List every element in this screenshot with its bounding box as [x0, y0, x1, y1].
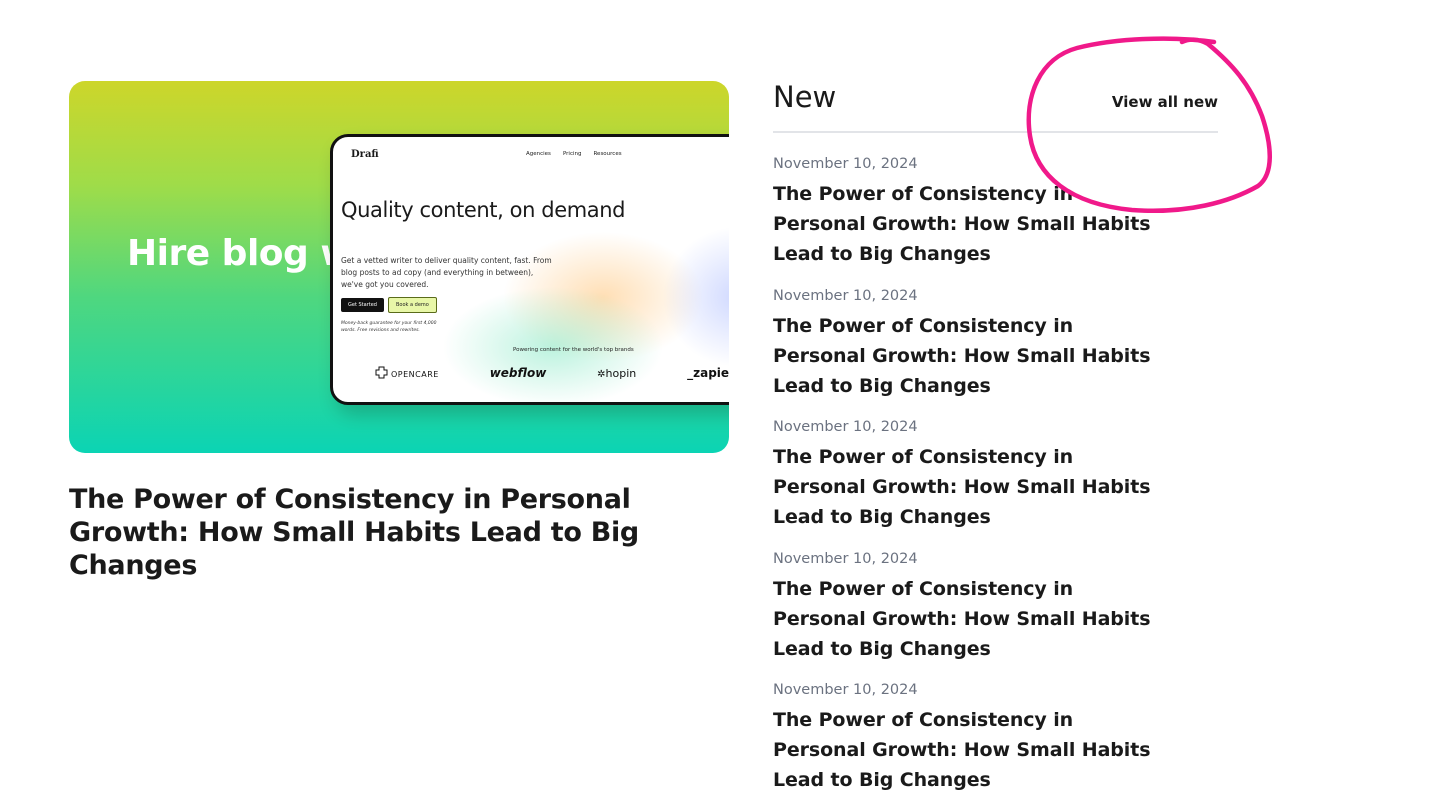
- view-all-new-link[interactable]: View all new: [1112, 93, 1218, 111]
- device-nav-item: Resources: [593, 151, 622, 157]
- list-item: November 10, 2024 The Power of Consisten…: [773, 528, 1218, 660]
- sidebar-header: New View all new: [773, 76, 1218, 133]
- device-mockup: Drafi Agencies Pricing Resources Lo Qual…: [330, 134, 729, 405]
- webflow-logo: webflow: [489, 366, 547, 380]
- gradient-blob: [443, 287, 663, 402]
- opencare-logo: OPENCARE: [375, 366, 439, 380]
- opencare-text: OPENCARE: [391, 370, 439, 379]
- device-note: Money-back guarantee for your first 4,00…: [341, 321, 437, 333]
- device-subtitle: Get a vetted writer to deliver quality c…: [341, 256, 552, 289]
- device-powering-text: Powering content for the world's top bra…: [513, 347, 634, 353]
- gradient-blob: [663, 227, 729, 367]
- sidebar-heading: New: [773, 80, 837, 114]
- device-logo: Drafi: [351, 149, 379, 160]
- post-date: November 10, 2024: [773, 156, 918, 172]
- brand-logos: OPENCARE webflow ✲hopin _zapier: [375, 366, 729, 380]
- post-list: November 10, 2024 The Power of Consisten…: [773, 133, 1218, 791]
- device-nav: Agencies Pricing Resources Lo: [526, 151, 729, 157]
- post-date: November 10, 2024: [773, 287, 918, 304]
- device-title: Quality content, on demand: [341, 198, 626, 222]
- post-title-link[interactable]: The Power of Consistency in Personal Gro…: [773, 442, 1168, 532]
- device-get-started-button: Get Started: [341, 298, 384, 312]
- featured-image[interactable]: Hire blog writers Drafi Agencies Pricing…: [69, 81, 729, 453]
- list-item: November 10, 2024 The Power of Consisten…: [773, 133, 1218, 265]
- new-posts-sidebar: New View all new November 10, 2024 The P…: [773, 76, 1218, 791]
- hopin-text: hopin: [605, 366, 637, 380]
- device-nav-item: Pricing: [562, 151, 582, 157]
- hopin-icon: ✲: [597, 368, 606, 380]
- hopin-logo: ✲hopin: [597, 367, 636, 380]
- featured-post: Hire blog writers Drafi Agencies Pricing…: [69, 81, 729, 582]
- zapier-logo: _zapier: [687, 366, 729, 380]
- post-title-link[interactable]: The Power of Consistency in Personal Gro…: [773, 179, 1168, 269]
- post-date: November 10, 2024: [773, 682, 918, 698]
- device-nav-item: Agencies: [526, 151, 551, 157]
- post-title-link[interactable]: The Power of Consistency in Personal Gro…: [773, 574, 1168, 664]
- device-book-demo-button: Book a demo: [388, 297, 437, 313]
- post-title-link[interactable]: The Power of Consistency in Personal Gro…: [773, 705, 1168, 795]
- post-title-link[interactable]: The Power of Consistency in Personal Gro…: [773, 311, 1168, 401]
- list-item: November 10, 2024 The Power of Consisten…: [773, 659, 1218, 791]
- post-date: November 10, 2024: [773, 419, 918, 435]
- post-date: November 10, 2024: [773, 550, 918, 567]
- opencare-icon: [375, 366, 388, 379]
- list-item: November 10, 2024 The Power of Consisten…: [773, 265, 1218, 397]
- list-item: November 10, 2024 The Power of Consisten…: [773, 396, 1218, 528]
- featured-post-title[interactable]: The Power of Consistency in Personal Gro…: [69, 483, 729, 582]
